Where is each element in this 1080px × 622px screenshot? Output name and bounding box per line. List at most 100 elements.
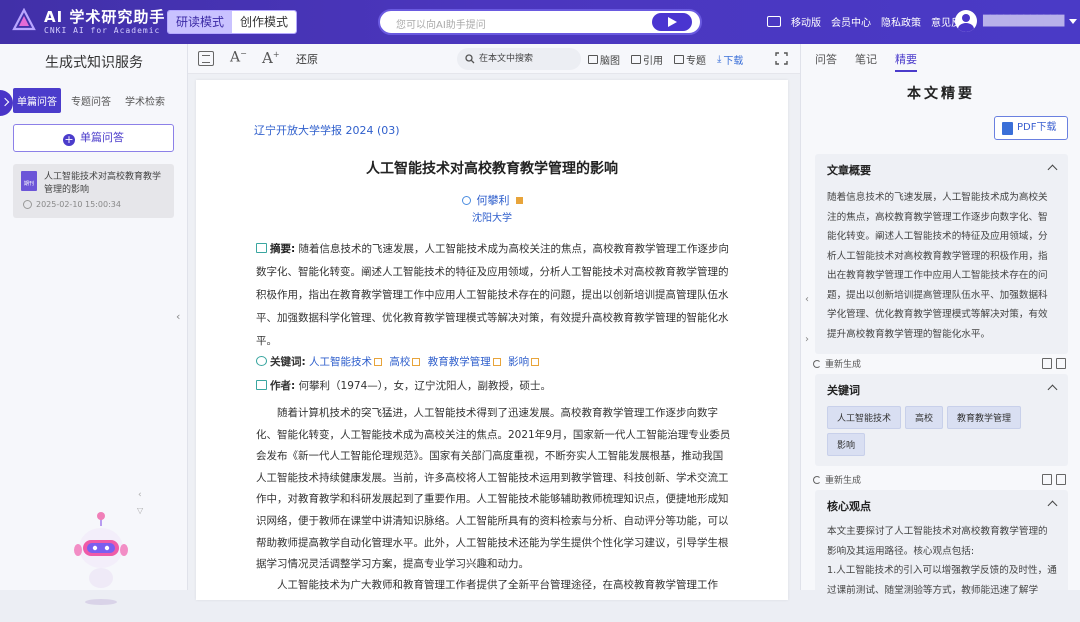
abstract-text: 随着信息技术的飞速发展，人工智能技术成为高校关注的焦点，高校教育教学管理工作逐步… [256, 243, 730, 347]
chevron-left-icon[interactable]: ‹ [176, 310, 180, 323]
chevron-left-icon[interactable]: ‹ [805, 294, 809, 305]
tab-single-qa[interactable]: 单篇问答 [13, 88, 61, 113]
summary-title: 文章概要 [827, 164, 871, 177]
font-decrease-button[interactable]: A− [230, 49, 247, 66]
chevron-up-icon[interactable] [1047, 164, 1058, 175]
restore-button[interactable]: 还原 [296, 51, 318, 67]
regenerate-button[interactable]: 重新生成 [813, 473, 861, 486]
document-title: 人工智能技术对高校教育教学管理的影响 [366, 161, 618, 177]
edit-icon [492, 358, 501, 366]
tab-notes[interactable]: 笔记 [855, 51, 877, 72]
user-menu[interactable]: ████████████ [955, 10, 1078, 32]
chevron-left-icon[interactable]: ‹ [138, 490, 142, 500]
font-decrease-label: A [230, 49, 241, 66]
ai-question-input[interactable]: 您可以向AI助手提问 [378, 9, 702, 35]
fullscreen-icon[interactable] [775, 52, 788, 65]
keywords-title: 关键词 [827, 384, 860, 397]
author-card-icon [256, 380, 267, 390]
edit-icon [412, 358, 421, 366]
sidebar-toggle-button[interactable] [0, 90, 13, 116]
chevron-up-icon[interactable] [1047, 384, 1058, 395]
mindmap-button[interactable]: 脑图 [588, 52, 620, 67]
pdf-download-label: PDF下载 [1017, 122, 1057, 133]
keywords-card: 关键词 人工智能技术 高校 教育教学管理 影响 [815, 374, 1068, 466]
cite-label: 引用 [643, 56, 663, 67]
pdf-icon [1002, 122, 1013, 135]
keyword-link[interactable]: 影响 [508, 356, 529, 368]
sidebar-title: 生成式知识服务 [45, 55, 143, 71]
keyword-chips: 人工智能技术 高校 教育教学管理 影响 [827, 406, 1057, 456]
in-document-search-label: 在本文中搜索 [479, 54, 534, 64]
summary-text: 随着信息技术的飞速发展，人工智能技术成为高校关注的焦点，高校教育教学管理工作逐步… [827, 192, 1048, 340]
chevron-right-icon[interactable]: › [805, 334, 809, 345]
viewpoint-card: 核心观点 本文主要探讨了人工智能技术对高校教育教学管理的影响及其运用路径。核心观… [815, 490, 1068, 596]
author-info-line: 作者: 何攀利（1974—），女，辽宁沈阳人，副教授，硕士。 [256, 378, 551, 393]
body-paragraph: 随着计算机技术的突飞猛进，人工智能技术得到了迅速发展。高校教育教学管理工作逐步向… [256, 407, 731, 571]
in-document-search[interactable]: 在本文中搜索 [457, 48, 581, 70]
download-button[interactable]: ⤓ 下载 [717, 52, 743, 67]
viewpoint-point: 1.人工智能技术的引入可以增强教学反馈的及时性，通过课前测试、随堂测验等方式，教… [827, 565, 1057, 596]
history-title: 人工智能技术对高校教育教学管理的影响 [44, 172, 162, 195]
keyword-chip[interactable]: 人工智能技术 [827, 406, 902, 429]
person-icon [461, 196, 471, 205]
new-single-qa-button[interactable]: + 单篇问答 [13, 124, 174, 152]
chevron-up-icon[interactable] [1047, 500, 1058, 511]
keyword-chip[interactable]: 高校 [905, 406, 944, 429]
regenerate-button[interactable]: 重新生成 [813, 357, 861, 370]
journal-source[interactable]: 辽宁开放大学学报 2024 (03) [254, 122, 400, 138]
left-sidebar: 生成式知识服务 单篇问答 专题问答 学术检索 + 单篇问答 期刊 人工智能技术对高… [0, 44, 188, 605]
history-time-text: 2025-02-10 15:00:34 [36, 200, 121, 209]
keyword-link[interactable]: 高校 [389, 356, 410, 368]
mode-switch: 研读模式 创作模式 [167, 10, 297, 34]
copy-icon[interactable] [1042, 474, 1066, 485]
sidebar-tabs: 单篇问答 专题问答 学术检索 [13, 88, 169, 113]
font-increase-button[interactable]: A+ [262, 49, 280, 67]
privacy-link[interactable]: 隐私政策 [881, 14, 921, 29]
tab-academic-search[interactable]: 学术检索 [121, 88, 169, 113]
keyword-chip[interactable]: 影响 [827, 433, 866, 456]
brand-subtitle: CNKI AI for Academic [44, 26, 161, 35]
author-link[interactable]: 何攀利 [196, 192, 788, 208]
avatar[interactable] [955, 10, 977, 32]
author-name: 何攀利 [476, 194, 510, 207]
mindmap-icon [588, 55, 598, 64]
journal-badge: 期刊 [23, 181, 34, 187]
plus-icon: + [272, 50, 280, 59]
keyword-link[interactable]: 教育教学管理 [428, 356, 491, 368]
viewpoint-title: 核心观点 [827, 500, 871, 513]
toolbar-actions: 脑图 引用 专题 ⤓ 下载 [588, 52, 743, 67]
keyword-link[interactable]: 人工智能技术 [309, 356, 372, 368]
author-info: 何攀利（1974—），女，辽宁沈阳人，副教授，硕士。 [298, 380, 552, 392]
copy-icon[interactable] [1042, 358, 1066, 369]
keyword-chip[interactable]: 教育教学管理 [947, 406, 1022, 429]
history-item[interactable]: 期刊 人工智能技术对高校教育教学管理的影响 2025-02-10 15:00:3… [13, 164, 174, 218]
chevron-down-icon[interactable] [1069, 18, 1078, 24]
mode-create-tab[interactable]: 创作模式 [232, 11, 296, 33]
tab-qa[interactable]: 问答 [815, 51, 837, 72]
clock-icon [23, 200, 32, 209]
history-time: 2025-02-10 15:00:34 [23, 200, 121, 209]
author-info-label: 作者: [270, 380, 296, 392]
monitor-icon [767, 16, 781, 27]
new-qa-label: 单篇问答 [80, 131, 124, 144]
ai-assistant-robot-icon[interactable] [70, 512, 132, 622]
cite-button[interactable]: 引用 [631, 52, 663, 67]
mode-read-tab[interactable]: 研读模式 [168, 11, 232, 33]
tab-essentials[interactable]: 精要 [895, 51, 917, 72]
pdf-download-button[interactable]: PDF下载 [994, 116, 1068, 140]
quote-icon [631, 55, 641, 64]
mobile-link[interactable]: 移动版 [791, 14, 821, 29]
outline-icon[interactable] [198, 51, 214, 66]
author-mark-icon [515, 197, 523, 204]
brand-title: AI 学术研究助手 [44, 8, 166, 26]
member-center-link[interactable]: 会员中心 [831, 14, 871, 29]
send-button[interactable] [652, 13, 692, 31]
refresh-icon [813, 360, 821, 368]
topic-button[interactable]: 专题 [674, 52, 706, 67]
affiliation[interactable]: 沈阳大学 [196, 209, 788, 224]
download-label: 下载 [723, 56, 744, 67]
user-name: ████████████ [983, 15, 1064, 27]
tab-topic-qa[interactable]: 专题问答 [67, 88, 115, 113]
regenerate-label: 重新生成 [825, 476, 862, 486]
plus-icon: + [63, 133, 75, 146]
